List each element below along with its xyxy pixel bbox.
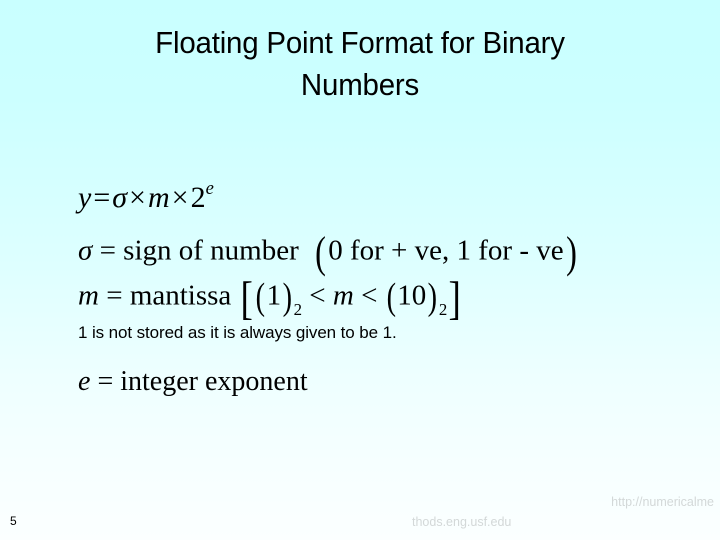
equation-1-exponent: e — [205, 178, 214, 199]
equation-4-rhs: integer exponent — [120, 366, 308, 397]
equation-definition-exponent: e = integer exponent — [78, 368, 678, 408]
mantissa-note-text: 1 is not stored as it is always given to… — [78, 323, 397, 342]
source-url-line-1: http://numericalme — [611, 495, 714, 510]
equation-1-sigma: σ — [112, 181, 128, 214]
equation-definition-sigma: σ = sign of number (0 for + ve, 1 for - … — [78, 230, 678, 277]
equation-2-equals: = — [99, 234, 116, 267]
slide-canvas: Floating Point Format for Binary Numbers… — [0, 0, 720, 540]
equation-3-bracket-close: ] — [448, 274, 462, 325]
equation-1-times-1: × — [129, 181, 146, 214]
page-title-line-1: Floating Point Format for Binary — [155, 25, 565, 60]
equation-2-paren-open: ( — [315, 227, 327, 277]
equation-3-variable: m — [332, 279, 354, 312]
page-title: Floating Point Format for Binary Numbers — [66, 22, 655, 106]
equation-4-equals: = — [97, 366, 114, 397]
equation-1-mantissa-symbol: m — [147, 181, 170, 214]
equation-1-lhs: y — [78, 181, 92, 214]
equation-definition-mantissa: m = mantissa [(1)2 < m < (10)2] — [78, 274, 678, 325]
equation-3-lhs: m — [78, 279, 99, 312]
equation-3-hi-value: 10 — [397, 279, 427, 312]
equation-3-lo-paren-close: ) — [282, 275, 293, 318]
equation-3-less-than-2: < — [361, 279, 378, 312]
equation-3-hi-subscript: 2 — [438, 299, 448, 319]
equation-1-base: 2 — [190, 181, 206, 214]
equation-2-lhs: σ — [78, 234, 93, 267]
formula-body: y=σ×m×2e σ = sign of number (0 for + ve,… — [78, 179, 678, 408]
equation-3-lo-subscript: 2 — [293, 299, 303, 319]
equation-3-less-than-1: < — [309, 279, 326, 312]
equation-3-hi-paren-open: ( — [386, 275, 396, 318]
equation-1-times-2: × — [171, 181, 189, 214]
equation-3-equals: = — [106, 279, 123, 312]
source-url-footer: http://numericalme thods.eng.usf.edu — [386, 493, 716, 532]
equation-definition-y: y=σ×m×2e — [78, 179, 678, 230]
equation-2-paren-close: ) — [565, 227, 577, 277]
equation-4-lhs: e — [78, 366, 91, 397]
equation-2-rhs: sign of number — [123, 234, 299, 267]
page-title-line-2: Numbers — [300, 66, 420, 102]
source-url-line-2: thods.eng.usf.edu — [412, 514, 512, 529]
equation-1-equals: = — [93, 181, 111, 214]
equation-3-lo-paren-open: ( — [255, 275, 266, 318]
slide-page-number: 5 — [10, 514, 17, 528]
equation-3-hi-paren-close: ) — [427, 275, 438, 318]
equation-3-lo-value: 1 — [266, 279, 282, 312]
equation-3-rhs: mantissa — [129, 279, 232, 312]
equation-2-note: 0 for + ve, 1 for - ve — [328, 234, 564, 267]
equation-3-bracket-open: [ — [240, 274, 253, 325]
